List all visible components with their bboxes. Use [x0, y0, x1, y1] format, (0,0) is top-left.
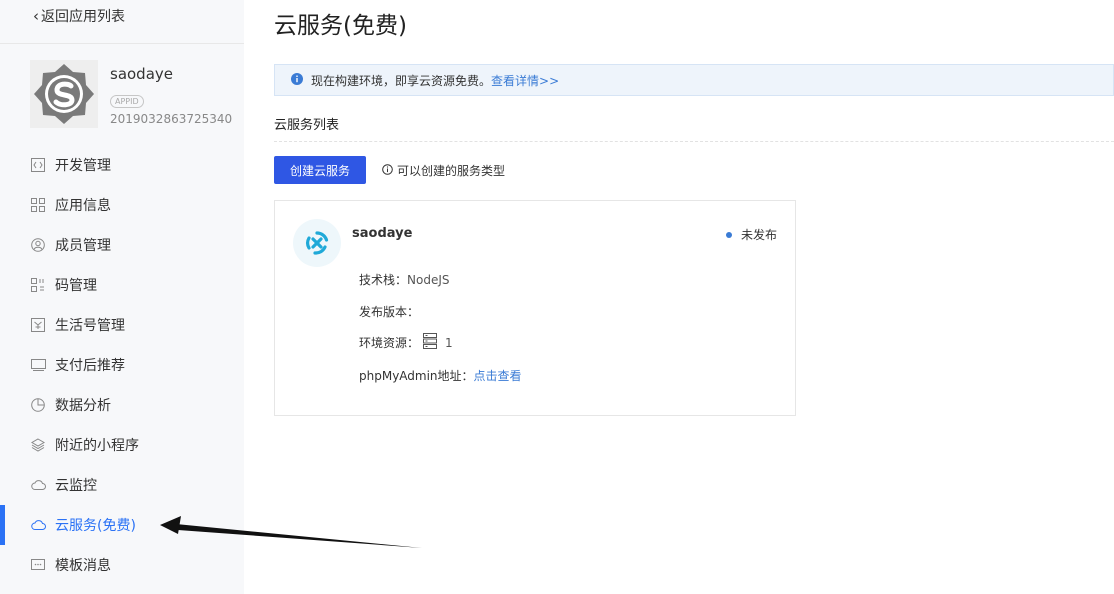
sidebar-item-label: 生活号管理	[55, 318, 125, 334]
main-content: 云服务(免费) 现在构建环境，即享云资源免费。 查看详情>> 云服务列表 创建云…	[244, 0, 1114, 594]
sidebar-item-app-info[interactable]: 应用信息	[0, 185, 244, 225]
sidebar-divider	[0, 43, 244, 44]
grid-icon	[30, 197, 46, 213]
sidebar-item-label: 数据分析	[55, 398, 111, 414]
appid-badge: APPID	[110, 95, 144, 108]
monitor-icon	[30, 357, 46, 373]
release-version-label: 发布版本：	[359, 305, 420, 319]
app-name: saodaye	[110, 65, 174, 83]
qrcode-icon	[30, 277, 46, 293]
message-icon	[30, 557, 46, 573]
app-id: 2019032863725340	[110, 112, 233, 126]
section-divider	[274, 141, 1114, 142]
back-link-label: 返回应用列表	[41, 9, 125, 25]
life-account-icon	[30, 317, 46, 333]
user-icon	[30, 237, 46, 253]
app-avatar	[30, 60, 98, 128]
tech-stack-value: NodeJS	[407, 272, 450, 287]
sidebar-item-cloud-service[interactable]: 云服务(免费)	[0, 505, 244, 545]
tech-stack-field: 技术栈： NodeJS	[359, 271, 450, 288]
sidebar-item-code-management[interactable]: 码管理	[0, 265, 244, 305]
sidebar-item-life-account[interactable]: 生活号管理	[0, 305, 244, 345]
sidebar-item-label: 成员管理	[55, 238, 111, 254]
sidebar: ‹ 返回应用列表 saodaye APPID 2019032863725340 …	[0, 0, 244, 594]
sidebar-item-label: 应用信息	[55, 198, 111, 214]
nearby-icon	[30, 437, 46, 453]
cloud-service-card[interactable]: saodaye 未发布 技术栈： NodeJS 发布版本： 环境资源： 1 ph…	[274, 200, 796, 416]
pie-chart-icon	[30, 397, 46, 413]
server-icon	[423, 333, 438, 352]
sidebar-item-label: 附近的小程序	[55, 438, 139, 454]
env-resources-field: 环境资源： 1	[359, 333, 453, 352]
section-title: 云服务列表	[274, 118, 340, 133]
service-name: saodaye	[352, 226, 413, 241]
service-types-link[interactable]: 可以创建的服务类型	[382, 162, 505, 179]
release-version-field: 发布版本：	[359, 303, 419, 320]
sidebar-item-label: 模板消息	[55, 558, 111, 574]
sidebar-item-data-analysis[interactable]: 数据分析	[0, 385, 244, 425]
service-logo	[293, 219, 341, 267]
sidebar-item-label: 开发管理	[55, 158, 111, 174]
sidebar-nav: 开发管理 应用信息 成员管理 码管理 生活号管理 支付后推荐 数据分析 附近的小…	[0, 145, 244, 585]
notice-text: 现在构建环境，即享云资源免费。	[311, 73, 492, 88]
sidebar-item-label: 支付后推荐	[55, 358, 125, 374]
cloud-icon	[30, 517, 46, 533]
tech-stack-label: 技术栈：	[359, 273, 408, 287]
sidebar-item-template-message[interactable]: 模板消息	[0, 545, 244, 585]
page-title: 云服务(免费)	[274, 13, 407, 39]
notice-banner: 现在构建环境，即享云资源免费。 查看详情>>	[274, 64, 1114, 96]
sidebar-item-nearby-miniprogram[interactable]: 附近的小程序	[0, 425, 244, 465]
sidebar-item-post-payment[interactable]: 支付后推荐	[0, 345, 244, 385]
chevron-left-icon: ‹	[33, 7, 39, 25]
phpmyadmin-field: phpMyAdmin地址： 点击查看	[359, 367, 522, 384]
sidebar-item-cloud-monitor[interactable]: 云监控	[0, 465, 244, 505]
sidebar-item-dev-management[interactable]: 开发管理	[0, 145, 244, 185]
cloud-icon	[30, 477, 46, 493]
code-icon	[30, 157, 46, 173]
info-icon	[291, 72, 303, 88]
service-status: 未发布	[725, 226, 777, 243]
notice-detail-link[interactable]: 查看详情>>	[491, 72, 559, 89]
sidebar-item-label: 云监控	[55, 478, 97, 494]
phpmyadmin-view-link[interactable]: 点击查看	[474, 367, 522, 384]
sidebar-item-label: 云服务(免费)	[55, 518, 136, 534]
phpmyadmin-label: phpMyAdmin地址：	[359, 369, 474, 383]
env-resources-label: 环境资源：	[359, 336, 420, 350]
create-cloud-service-button[interactable]: 创建云服务	[274, 156, 366, 184]
active-indicator	[0, 505, 5, 545]
sidebar-item-member-management[interactable]: 成员管理	[0, 225, 244, 265]
sidebar-item-label: 码管理	[55, 278, 97, 294]
back-to-app-list-link[interactable]: ‹ 返回应用列表	[33, 6, 125, 26]
env-resources-value: 1	[445, 335, 453, 350]
service-types-label: 可以创建的服务类型	[397, 164, 506, 178]
status-label: 未发布	[740, 228, 777, 242]
info-circle-icon	[382, 163, 393, 178]
status-dot	[725, 231, 732, 238]
